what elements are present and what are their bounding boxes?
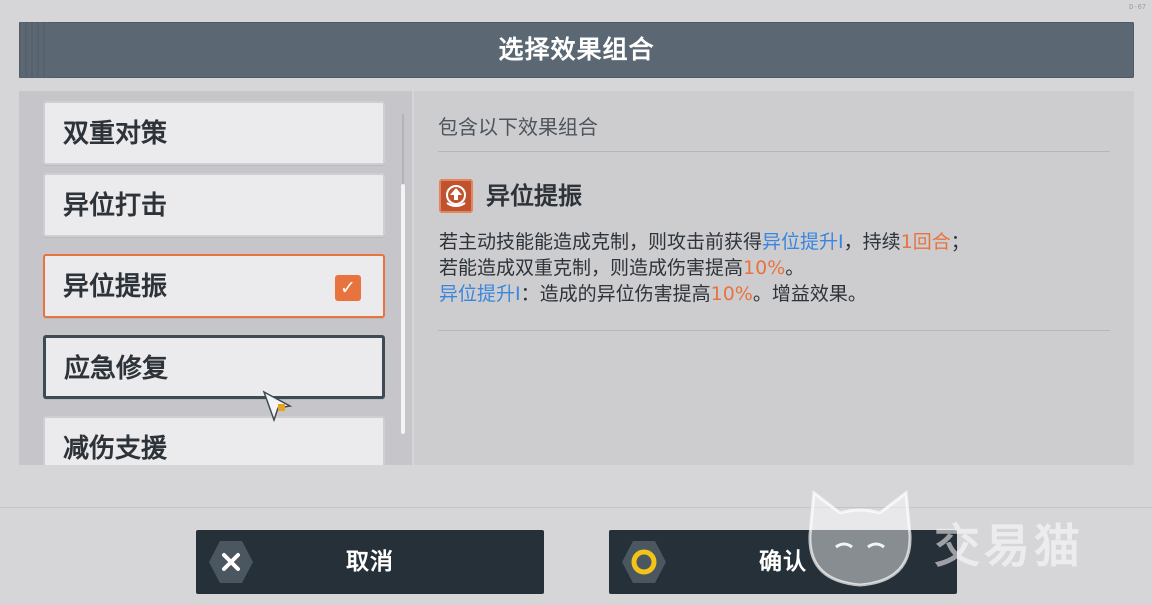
detail-divider-bottom — [438, 330, 1110, 331]
pointer-cursor-icon — [243, 298, 283, 334]
list-item-emergency-repair[interactable]: 应急修复 — [43, 335, 385, 399]
effect-desc-line-2: 若能造成双重克制，则造成伤害提高10%。 — [439, 257, 805, 279]
effect-desc-line-3: 异位提升I：造成的异位伤害提高10%。增益效果。 — [439, 283, 867, 305]
cat-logo-watermark-icon — [808, 490, 912, 587]
scrollbar-thumb[interactable] — [401, 184, 405, 434]
cancel-button[interactable]: 取消 — [196, 530, 544, 594]
list-item-label: 双重对策 — [63, 119, 168, 149]
list-item-label: 减伤支援 — [63, 434, 168, 464]
keyword-offset-boost[interactable]: 异位提升I — [762, 231, 844, 253]
list-item-offset-strike[interactable]: 异位打击 — [43, 173, 385, 237]
watermark-text: 交易猫 — [934, 519, 1084, 573]
effect-desc-line-1: 若主动技能能造成克制，则攻击前获得异位提升I，持续1回合； — [439, 231, 970, 253]
detail-divider-top — [438, 151, 1110, 152]
list-item-damage-reduction-support[interactable]: 减伤支援 — [43, 416, 385, 465]
pointer-arrow-icon — [262, 390, 293, 423]
list-item-double-counter[interactable]: 双重对策 — [43, 101, 385, 165]
list-item-label: 异位打击 — [63, 191, 168, 221]
checkmark-icon[interactable]: ✓ — [335, 275, 361, 301]
detail-heading: 包含以下效果组合 — [438, 115, 598, 139]
list-item-label: 异位提振 — [63, 272, 168, 302]
effect-title: 异位提振 — [486, 182, 582, 210]
effect-description: 若主动技能能造成克制，则攻击前获得异位提升I，持续1回合； 若能造成双重克制，则… — [439, 229, 1119, 307]
effect-list-panel[interactable]: 双重对策 异位打击 异位提振 ✓ 应急修复 减伤支援 — [19, 91, 412, 465]
title-bar: 选择效果组合 — [19, 22, 1134, 78]
page-title: 选择效果组合 — [498, 35, 655, 64]
cancel-button-label: 取消 — [346, 549, 394, 575]
arrow-up-emblem-icon — [439, 179, 473, 213]
keyword-offset-boost[interactable]: 异位提升I — [439, 283, 521, 305]
list-item-offset-boost[interactable]: 异位提振 ✓ — [43, 254, 385, 318]
corner-code: D-67 — [1129, 3, 1146, 11]
list-item-label: 应急修复 — [64, 354, 169, 384]
effect-detail-panel: 包含以下效果组合 异位提振 若主动技能能造成克制，则攻击前获得异位提升I，持续1… — [414, 91, 1134, 465]
footer-divider — [0, 507, 1152, 508]
